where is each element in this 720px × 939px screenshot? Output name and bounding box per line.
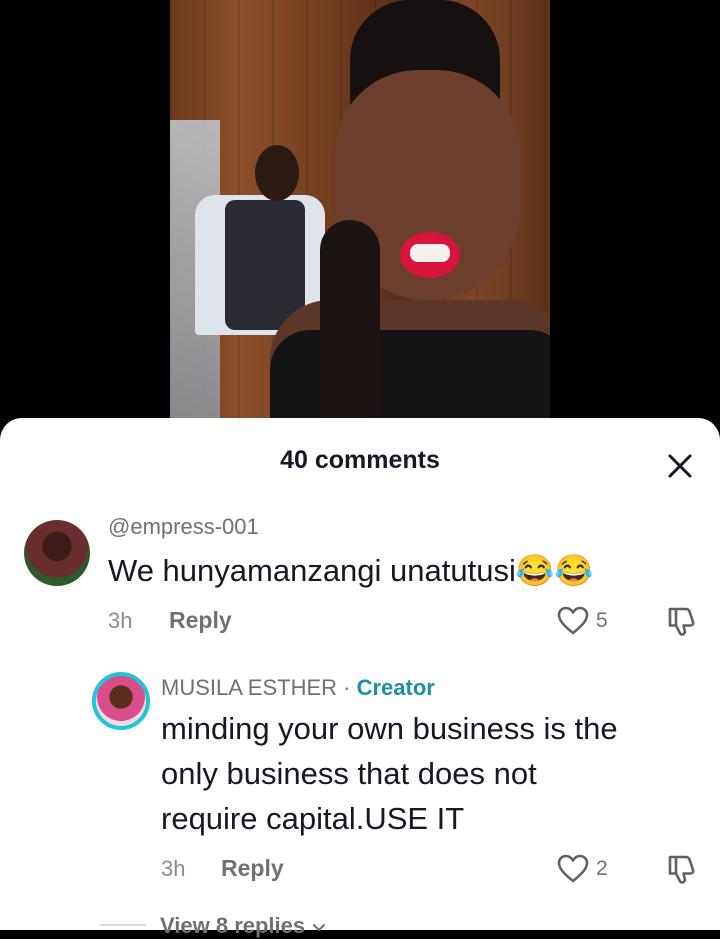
creator-badge: Creator <box>356 675 435 700</box>
close-button[interactable] <box>660 446 700 486</box>
video-frame <box>170 0 550 440</box>
heart-outline-icon <box>557 606 589 635</box>
video-player[interactable] <box>0 0 720 440</box>
dislike-button[interactable] <box>664 604 698 638</box>
comment-timestamp: 3h <box>108 608 133 633</box>
reply-button[interactable]: Reply <box>221 855 284 882</box>
reply-text-line-1: minding your own business is the <box>161 711 618 746</box>
reply-username[interactable]: MUSILA ESTHER <box>161 675 337 700</box>
heart-outline-icon <box>557 854 589 883</box>
reply-username-line: MUSILA ESTHER · Creator <box>161 675 435 701</box>
like-button[interactable] <box>556 852 590 886</box>
comments-header: 40 comments <box>0 418 720 502</box>
chevron-down-icon <box>313 924 326 932</box>
close-icon <box>668 454 692 478</box>
dislike-button[interactable] <box>664 852 698 886</box>
comment-text: We hunyamanzangi unatutusi😂😂 <box>108 553 594 588</box>
comment-username[interactable]: @empress-001 <box>108 514 259 540</box>
comments-count-title: 40 comments <box>280 446 440 474</box>
like-button[interactable] <box>556 604 590 638</box>
reply-button[interactable]: Reply <box>169 607 232 634</box>
reply-timestamp: 3h <box>161 856 186 881</box>
view-replies-label: View 8 replies <box>160 913 306 938</box>
like-count: 5 <box>596 609 608 632</box>
like-count: 2 <box>596 857 608 880</box>
thumbs-down-icon <box>668 855 695 884</box>
thumbs-down-icon <box>668 607 695 636</box>
divider <box>100 924 146 926</box>
reply-text-line-3: require capital.USE IT <box>161 801 465 836</box>
comments-sheet: 40 comments @empress-001 We hunyamanzang… <box>0 418 720 938</box>
view-replies-button[interactable]: View 8 replies <box>160 913 327 939</box>
creator-avatar[interactable] <box>92 672 150 730</box>
avatar[interactable] <box>24 520 90 586</box>
username-separator: · <box>337 675 357 700</box>
video-person-main <box>200 0 550 440</box>
reply-text-line-2: only business that does not <box>161 756 537 791</box>
